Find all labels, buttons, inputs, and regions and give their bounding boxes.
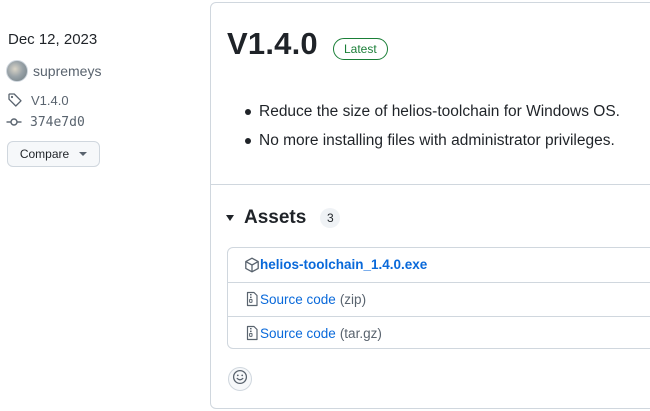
release-notes: Reduce the size of helios-toolchain for … <box>245 102 620 160</box>
assets-list: helios-toolchain_1.4.0.exe Source code (… <box>227 247 650 349</box>
package-icon <box>244 257 260 273</box>
file-zip-icon <box>244 291 260 307</box>
author-name[interactable]: supremeys <box>33 63 101 79</box>
tag-label[interactable]: V1.4.0 <box>31 93 69 108</box>
release-commit[interactable]: 374e7d0 <box>6 114 85 130</box>
list-item: helios-toolchain_1.4.0.exe <box>228 248 650 281</box>
compare-label: Compare <box>19 147 70 161</box>
asset-ext: (zip) <box>339 291 367 307</box>
triangle-down-icon <box>226 215 234 221</box>
chevron-down-icon <box>79 152 88 156</box>
add-reaction-button[interactable] <box>228 367 252 391</box>
release-tag[interactable]: V1.4.0 <box>7 92 69 108</box>
git-commit-icon <box>6 114 22 130</box>
asset-ext: (tar.gz) <box>339 325 382 341</box>
list-item: Source code (tar.gz) <box>228 316 650 349</box>
compare-button[interactable]: Compare <box>7 141 100 167</box>
list-item: No more installing files with administra… <box>245 131 620 160</box>
tag-icon <box>7 92 23 108</box>
asset-link-exe[interactable]: helios-toolchain_1.4.0.exe <box>260 257 427 272</box>
release-title[interactable]: V1.4.0 <box>227 26 318 62</box>
assets-count-badge: 3 <box>320 208 341 228</box>
assets-title[interactable]: Assets <box>244 207 306 229</box>
release-date: Dec 12, 2023 <box>8 31 98 48</box>
release-author[interactable]: supremeys <box>6 60 101 82</box>
commit-sha[interactable]: 374e7d0 <box>30 115 85 130</box>
smiley-icon <box>232 369 248 390</box>
assets-toggle[interactable]: Assets 3 <box>226 207 341 229</box>
avatar[interactable] <box>6 60 28 82</box>
list-item: Reduce the size of helios-toolchain for … <box>245 102 620 131</box>
list-item: Source code (zip) <box>228 282 650 315</box>
latest-badge: Latest <box>333 38 388 60</box>
asset-link-targz[interactable]: Source code <box>260 326 336 341</box>
divider <box>211 184 650 185</box>
asset-link-zip[interactable]: Source code <box>260 292 336 307</box>
file-zip-icon <box>244 325 260 341</box>
